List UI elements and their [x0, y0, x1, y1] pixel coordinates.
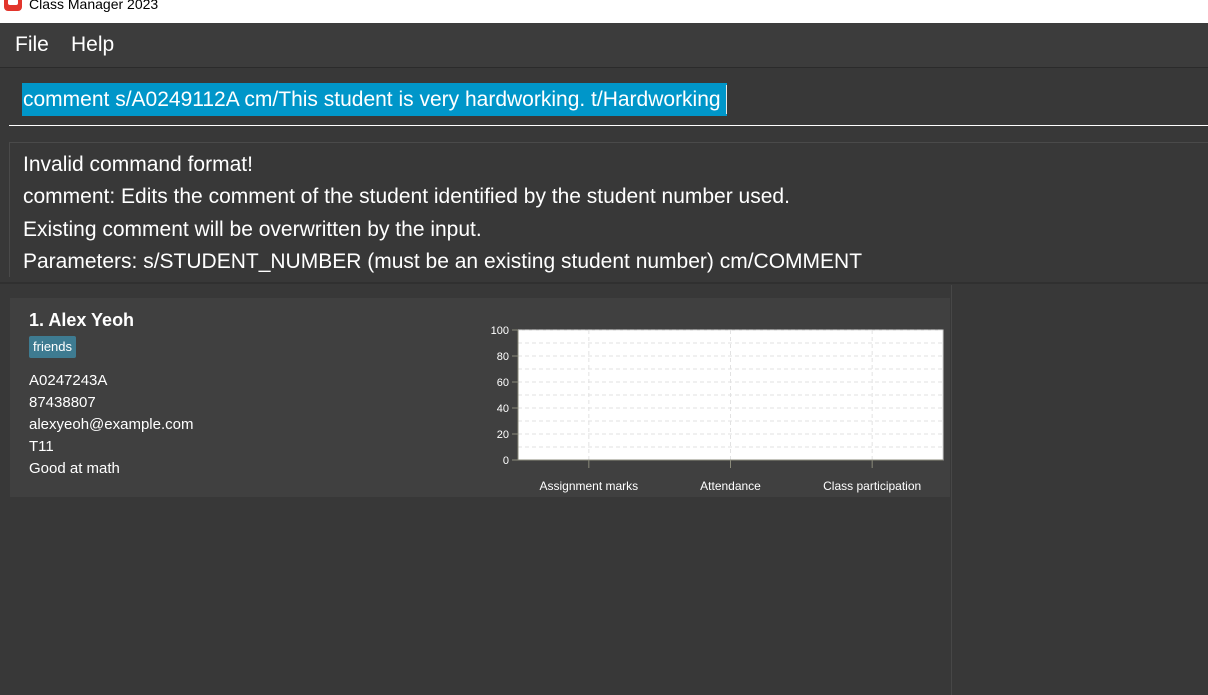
chart-y-tick-label: 100 [491, 325, 509, 337]
command-input-text[interactable]: comment s/A0249112A cm/This student is v… [22, 83, 727, 116]
menu-help[interactable]: Help [71, 33, 114, 57]
menu-file[interactable]: File [15, 33, 49, 57]
student-card[interactable]: 1. Alex Yeoh friends A0247243A 87438807 … [10, 298, 950, 497]
student-phone: 87438807 [29, 394, 96, 411]
app-icon [4, 0, 22, 11]
student-class: T11 [29, 438, 54, 455]
window-title: Class Manager 2023 [29, 0, 159, 12]
title-bar: Class Manager 2023 [0, 0, 1208, 23]
command-area: comment s/A0249112A cm/This student is v… [0, 68, 1208, 138]
chart-y-tick-label: 20 [497, 429, 509, 441]
tag-badge: friends [29, 336, 77, 358]
student-comment: Good at math [29, 460, 120, 477]
chart-y-tick-label: 80 [497, 351, 509, 363]
student-email: alexyeoh@example.com [29, 416, 194, 433]
grades-bar-chart: 0 20 40 60 80 100 Assignment marks Attendance C… [491, 325, 944, 493]
student-list[interactable]: 1. Alex Yeoh friends A0247243A 87438807 … [0, 285, 952, 695]
result-line: Invalid command format! [23, 153, 253, 176]
chart-y-tick-label: 40 [497, 403, 509, 415]
menu-bar: File Help [0, 23, 1208, 68]
student-name: 1. Alex Yeoh [29, 310, 135, 330]
divider [0, 282, 1208, 284]
command-input[interactable]: comment s/A0249112A cm/This student is v… [9, 68, 1208, 126]
student-number: A0247243A [29, 372, 108, 389]
chart-y-tick-label: 60 [497, 377, 509, 389]
chart-y-tick-label: 0 [503, 455, 509, 467]
result-display: Invalid command format! comment: Edits t… [9, 142, 1208, 277]
result-line: comment: Edits the comment of the studen… [23, 185, 790, 208]
chart-x-tick-label: Assignment marks [539, 479, 638, 493]
chart-x-tick-label: Attendance [700, 479, 761, 493]
chart-x-tick-label: Class participation [823, 479, 921, 493]
result-line: Existing comment will be overwritten by … [23, 218, 482, 241]
result-line: Parameters: s/STUDENT_NUMBER (must be an… [23, 250, 863, 273]
